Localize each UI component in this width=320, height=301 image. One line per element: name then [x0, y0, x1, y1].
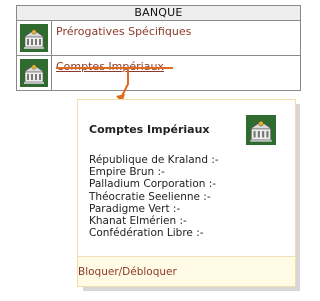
account-item: Khanat Elmérien :-	[89, 214, 187, 227]
account-item: Confédération Libre :-	[89, 227, 204, 240]
account-item: Théocratie Seelienne :-	[89, 190, 211, 203]
bank-building-icon	[246, 115, 276, 145]
account-item: Palladium Corporation :-	[89, 178, 217, 191]
popup-body: Comptes Impériaux République de Kraland …	[78, 100, 295, 256]
block-unblock-link[interactable]: Bloquer/Débloquer	[78, 266, 177, 278]
account-item: République de Kraland :-	[89, 154, 219, 166]
popup-title: Comptes Impériaux	[89, 123, 210, 136]
account-list: République de Kraland :- Empire Brun :- …	[89, 154, 219, 239]
account-popup: Comptes Impériaux République de Kraland …	[77, 99, 296, 287]
account-item: Empire Brun :-	[89, 166, 165, 179]
account-item: Paradigme Vert :-	[89, 202, 181, 215]
popup-footer: Bloquer/Débloquer	[78, 256, 295, 287]
